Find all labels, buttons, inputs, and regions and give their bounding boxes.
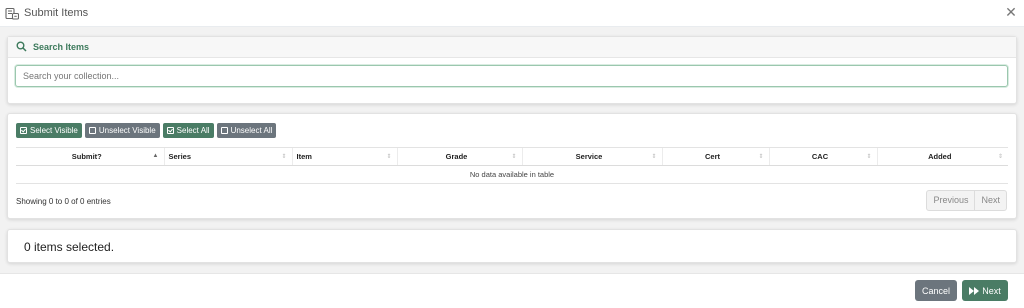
table-info: Showing 0 to 0 of 0 entries (16, 197, 111, 206)
next-button-label: Next (982, 285, 1001, 296)
unselect-all-button[interactable]: Unselect All (216, 123, 277, 138)
next-page-button[interactable]: Next (974, 191, 1006, 210)
database-box-icon (5, 7, 19, 20)
search-input[interactable] (15, 65, 1008, 87)
previous-page-button[interactable]: Previous (927, 191, 974, 210)
next-button[interactable]: Next (962, 280, 1008, 301)
checkbox-checked-icon (20, 127, 27, 134)
sort-icon: ⇕ (511, 154, 517, 160)
select-visible-label: Select Visible (30, 126, 78, 135)
unselect-visible-button[interactable]: Unselect Visible (84, 123, 160, 138)
unselect-all-label: Unselect All (230, 126, 273, 135)
sort-icon: ⇕ (758, 154, 764, 160)
checkbox-empty-icon (88, 127, 96, 134)
column-header-cert[interactable]: Cert ⇕ (661, 147, 769, 166)
fast-forward-icon (969, 286, 980, 295)
sort-icon: ⇕ (281, 154, 287, 160)
column-header-service[interactable]: Service ⇕ (521, 147, 662, 166)
checkbox-empty-icon (220, 127, 228, 134)
selection-toolbar: Select Visible Unselect Visible Select A… (16, 123, 277, 138)
column-header-grade[interactable]: Grade ⇕ (396, 147, 522, 166)
search-card-header: Search Items (8, 37, 1016, 58)
cancel-button[interactable]: Cancel (915, 280, 957, 301)
table-header-row: Submit? ▲ Series ⇕ Item ⇕ Grade ⇕ Service ⇕ C… (16, 147, 1008, 166)
items-table: Submit? ▲ Series ⇕ Item ⇕ Grade ⇕ Service ⇕ C… (16, 147, 1008, 184)
pagination: Previous Next (926, 190, 1007, 211)
sort-icon: ⇕ (651, 154, 657, 160)
column-header-item[interactable]: Item ⇕ (291, 147, 397, 166)
search-card-title: Search Items (33, 42, 90, 52)
items-table-card: Select Visible Unselect Visible Select A… (7, 113, 1017, 219)
sort-icon: ⇕ (386, 154, 392, 160)
selection-summary-card: 0 items selected. (7, 229, 1017, 263)
checkbox-checked-icon (166, 127, 174, 134)
column-header-added[interactable]: Added ⇕ (876, 147, 1008, 166)
modal-title: Submit Items (24, 7, 89, 19)
select-visible-button[interactable]: Select Visible (16, 123, 82, 138)
column-header-cac[interactable]: CAC ⇕ (768, 147, 877, 166)
unselect-visible-label: Unselect Visible (98, 126, 156, 135)
search-icon (16, 41, 27, 52)
table-row: No data available in table (16, 165, 1008, 184)
selection-count: 0 items selected. (24, 240, 115, 254)
select-all-label: Select All (176, 126, 210, 135)
select-all-button[interactable]: Select All (162, 123, 214, 138)
sort-asc-icon: ▲ (152, 153, 159, 159)
search-card: Search Items (7, 36, 1017, 104)
sort-icon: ⇕ (997, 154, 1003, 160)
column-header-series[interactable]: Series ⇕ (163, 147, 292, 166)
sort-icon: ⇕ (866, 154, 872, 160)
column-header-submit[interactable]: Submit? ▲ (16, 147, 164, 166)
empty-table-message: No data available in table (16, 165, 1008, 184)
close-icon[interactable]: ✕ (1004, 5, 1018, 19)
footer-divider (0, 273, 1024, 274)
submit-items-modal: Submit Items ✕ Search Items Select Visib… (0, 0, 1024, 308)
modal-header: Submit Items ✕ (0, 0, 1024, 27)
